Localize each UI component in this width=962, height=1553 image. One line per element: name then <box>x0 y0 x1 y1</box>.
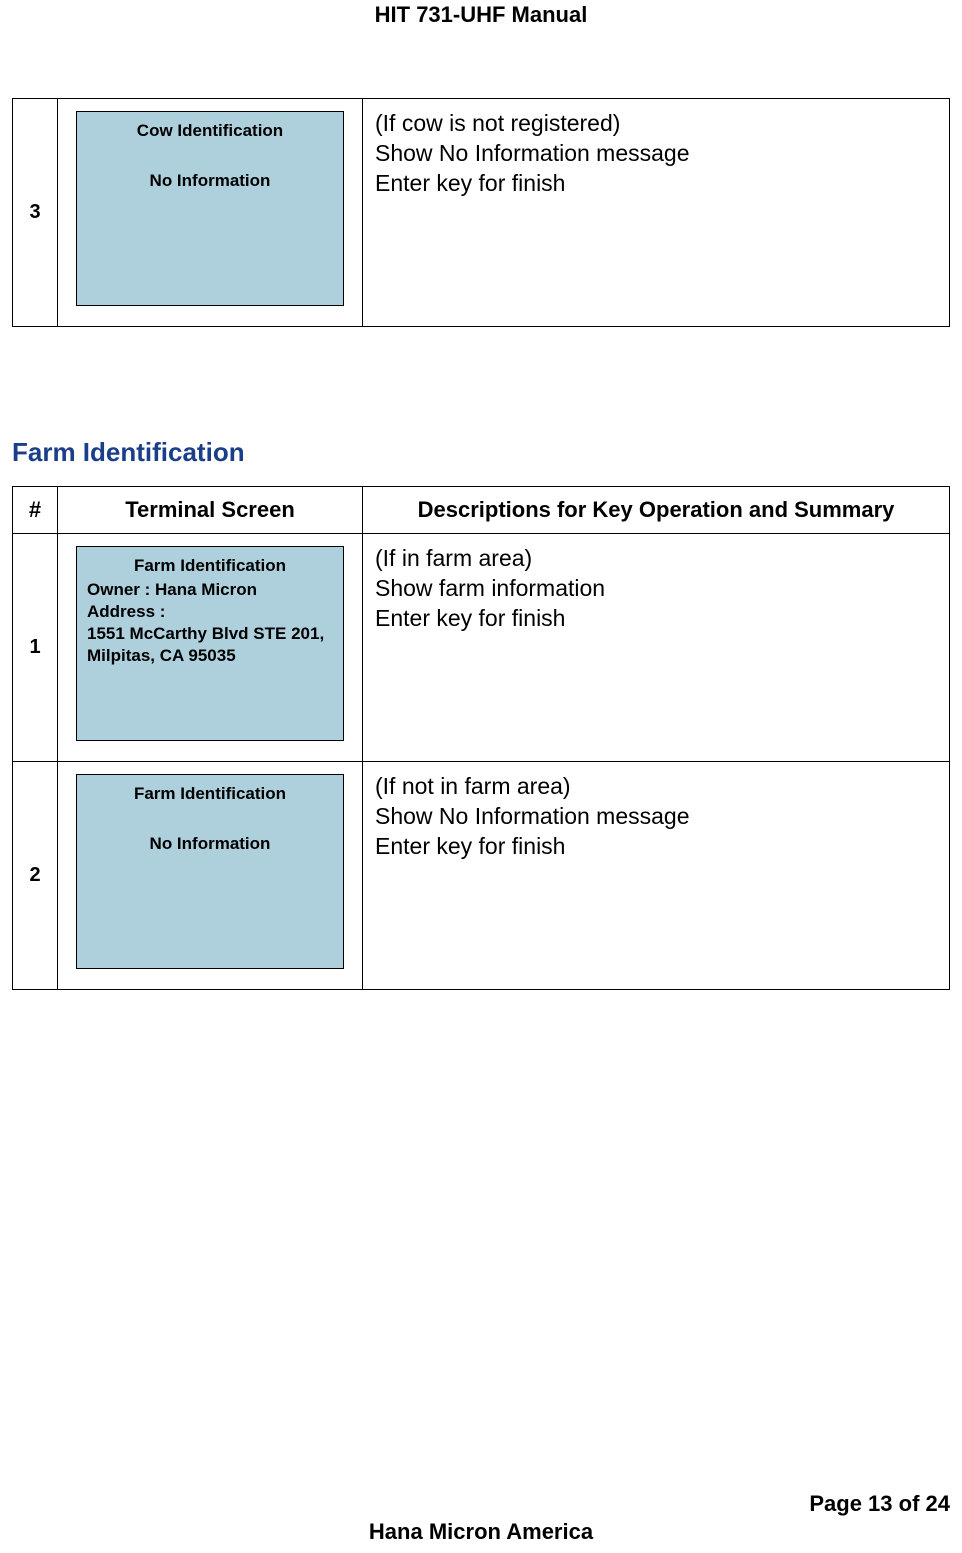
cow-id-table-continuation: 3 Cow Identification No Information (If … <box>12 98 950 327</box>
row-number: 3 <box>13 99 58 327</box>
terminal-screen-box: Farm Identification Owner : Hana MicronA… <box>76 546 344 741</box>
page-header-title: HIT 731-UHF Manual <box>12 0 950 28</box>
screen-title: Farm Identification <box>77 775 343 805</box>
terminal-screen-box: Farm Identification No Information <box>76 774 344 969</box>
screen-message: No Information <box>77 833 343 855</box>
screen-title: Farm Identification <box>87 555 333 577</box>
terminal-screen-cell: Farm Identification Owner : Hana MicronA… <box>58 534 363 762</box>
page-number: Page 13 of 24 <box>12 1491 950 1517</box>
screen-title: Cow Identification <box>77 112 343 142</box>
screen-message: No Information <box>77 170 343 192</box>
terminal-screen-cell: Farm Identification No Information <box>58 762 363 990</box>
col-header-desc: Descriptions for Key Operation and Summa… <box>363 487 950 534</box>
table-row: 3 Cow Identification No Information (If … <box>13 99 950 327</box>
table-header-row: # Terminal Screen Descriptions for Key O… <box>13 487 950 534</box>
terminal-screen-box: Cow Identification No Information <box>76 111 344 306</box>
row-number: 2 <box>13 762 58 990</box>
company-name: Hana Micron America <box>12 1519 950 1545</box>
table-row: 2 Farm Identification No Information (If… <box>13 762 950 990</box>
col-header-num: # <box>13 487 58 534</box>
screen-body-wrap: Farm Identification Owner : Hana MicronA… <box>77 547 343 667</box>
section-heading: Farm Identification <box>12 437 950 468</box>
col-header-screen: Terminal Screen <box>58 487 363 534</box>
farm-id-table: # Terminal Screen Descriptions for Key O… <box>12 486 950 990</box>
table-row: 1 Farm Identification Owner : Hana Micro… <box>13 534 950 762</box>
description-cell: (If not in farm area)Show No Information… <box>363 762 950 990</box>
description-cell: (If cow is not registered)Show No Inform… <box>363 99 950 327</box>
page-footer: Page 13 of 24 Hana Micron America <box>12 1491 950 1545</box>
row-number: 1 <box>13 534 58 762</box>
screen-body-text: Owner : Hana MicronAddress :1551 McCarth… <box>87 579 333 667</box>
description-cell: (If in farm area)Show farm informationEn… <box>363 534 950 762</box>
terminal-screen-cell: Cow Identification No Information <box>58 99 363 327</box>
